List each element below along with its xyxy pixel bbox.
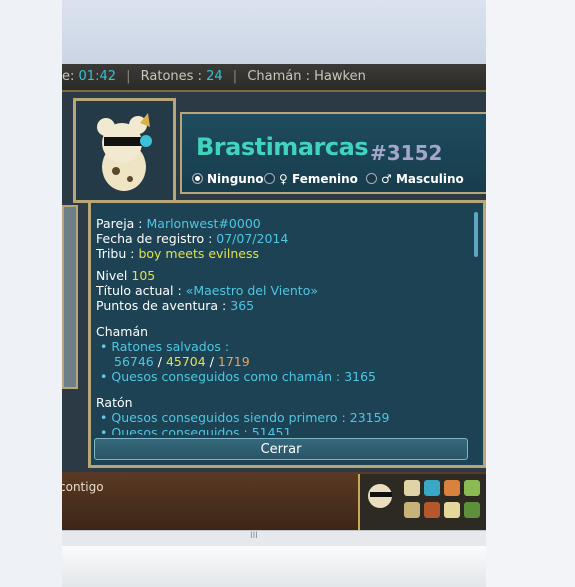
radio-icon [264, 173, 275, 184]
shaman-label: Chamán : [247, 69, 310, 84]
taskbar [62, 530, 486, 547]
first-cheese-value: 23159 [349, 410, 390, 425]
hud-items-icon [368, 480, 480, 518]
avatar[interactable] [73, 98, 176, 203]
saved-row: • Ratones salvados : [100, 339, 229, 354]
mice-label: Ratones : [140, 69, 202, 84]
cheese-value: 51451 [251, 425, 292, 435]
registered-value: 07/07/2014 [216, 231, 289, 246]
bullet-icon: • [100, 369, 108, 384]
partner-value[interactable]: Marlonwest#0000 [147, 216, 261, 231]
first-cheese-row: • Quesos conseguidos siendo primero : 23… [100, 410, 390, 425]
taskbar-grip[interactable]: III [250, 531, 258, 541]
gender-option-none[interactable]: Ninguno [192, 172, 264, 186]
gender-option-female[interactable]: ♀ Femenino [264, 172, 358, 186]
saved-values-row: 56746 / 45704 / 1719 [114, 354, 250, 369]
saved-normal: 56746 [114, 354, 154, 369]
slash: / [157, 354, 162, 369]
level-row: Nivel 105 [96, 268, 155, 283]
bullet-icon: • [100, 339, 108, 354]
adventure-label: Puntos de aventura : [96, 298, 227, 313]
player-name: Brastimarcas [196, 133, 369, 161]
shaman-cheese-label: Quesos conseguidos como chamán : [111, 369, 341, 384]
shaman-cheese-row: • Quesos conseguidos como chamán : 3165 [100, 369, 376, 384]
title-value[interactable]: «Maestro del Viento» [186, 283, 318, 298]
gender-label: Ninguno [207, 172, 264, 186]
mouse-avatar-icon [97, 113, 152, 191]
registered-label: Fecha de registro : [96, 231, 213, 246]
title-row: Título actual : «Maestro del Viento» [96, 283, 318, 298]
level-value: 105 [131, 268, 156, 283]
radio-icon [366, 173, 377, 184]
right-background [486, 0, 575, 587]
tribe-label: Tribu : [96, 246, 135, 261]
shaman-value: Hawken [314, 69, 366, 84]
separator: | [126, 69, 131, 84]
registered-row: Fecha de registro : 07/07/2014 [96, 231, 288, 246]
level-label: Nivel [96, 268, 128, 283]
close-button[interactable]: Cerrar [94, 438, 468, 460]
left-background [0, 0, 62, 587]
screen-glare [62, 0, 486, 70]
saved-divine: 1719 [217, 354, 250, 369]
time-value: 01:42 [78, 69, 116, 84]
chat-message: contigo [62, 480, 104, 494]
time-label: e: [62, 69, 75, 84]
background-window-frame [62, 205, 78, 389]
game-hud [358, 474, 486, 530]
monitor-screen: e: 01:42 | Ratones : 24 | Chamán : Hawke… [62, 0, 486, 587]
clipped-row-container: • Quesos conseguidos : 51451 [96, 425, 466, 435]
tribe-row: Tribu : boy meets evilness [96, 246, 259, 261]
female-icon: ♀ [279, 172, 288, 186]
partner-label: Pareja : [96, 216, 143, 231]
scrollbar[interactable] [474, 212, 478, 257]
slash: / [209, 354, 214, 369]
mice-value: 24 [206, 69, 223, 84]
cheese-label: Quesos conseguidos : [111, 425, 248, 435]
radio-selected-icon [192, 173, 203, 184]
bullet-icon: • [100, 425, 108, 435]
gender-label: Femenino [291, 172, 358, 186]
tribe-value[interactable]: boy meets evilness [138, 246, 259, 261]
saved-hard: 45704 [165, 354, 206, 369]
first-cheese-label: Quesos conseguidos siendo primero : [111, 410, 346, 425]
game-status-bar: e: 01:42 | Ratones : 24 | Chamán : Hawke… [62, 64, 486, 92]
cheese-row: • Quesos conseguidos : 51451 [100, 425, 466, 435]
separator: | [232, 69, 238, 84]
player-tag: #3152 [370, 141, 443, 165]
title-label: Título actual : [96, 283, 182, 298]
saved-label: Ratones salvados : [111, 339, 230, 354]
partner-row: Pareja : Marlonwest#0000 [96, 216, 261, 231]
adventure-row: Puntos de aventura : 365 [96, 298, 254, 313]
bullet-icon: • [100, 410, 108, 425]
male-icon: ♂ [381, 172, 392, 186]
shaman-heading: Chamán [96, 324, 149, 339]
adventure-value: 365 [230, 298, 255, 313]
mouse-heading: Ratón [96, 395, 133, 410]
gender-option-male[interactable]: ♂ Masculino [366, 172, 464, 186]
shaman-cheese-value: 3165 [344, 369, 377, 384]
monitor-bezel [62, 546, 486, 587]
gender-label: Masculino [395, 172, 464, 186]
